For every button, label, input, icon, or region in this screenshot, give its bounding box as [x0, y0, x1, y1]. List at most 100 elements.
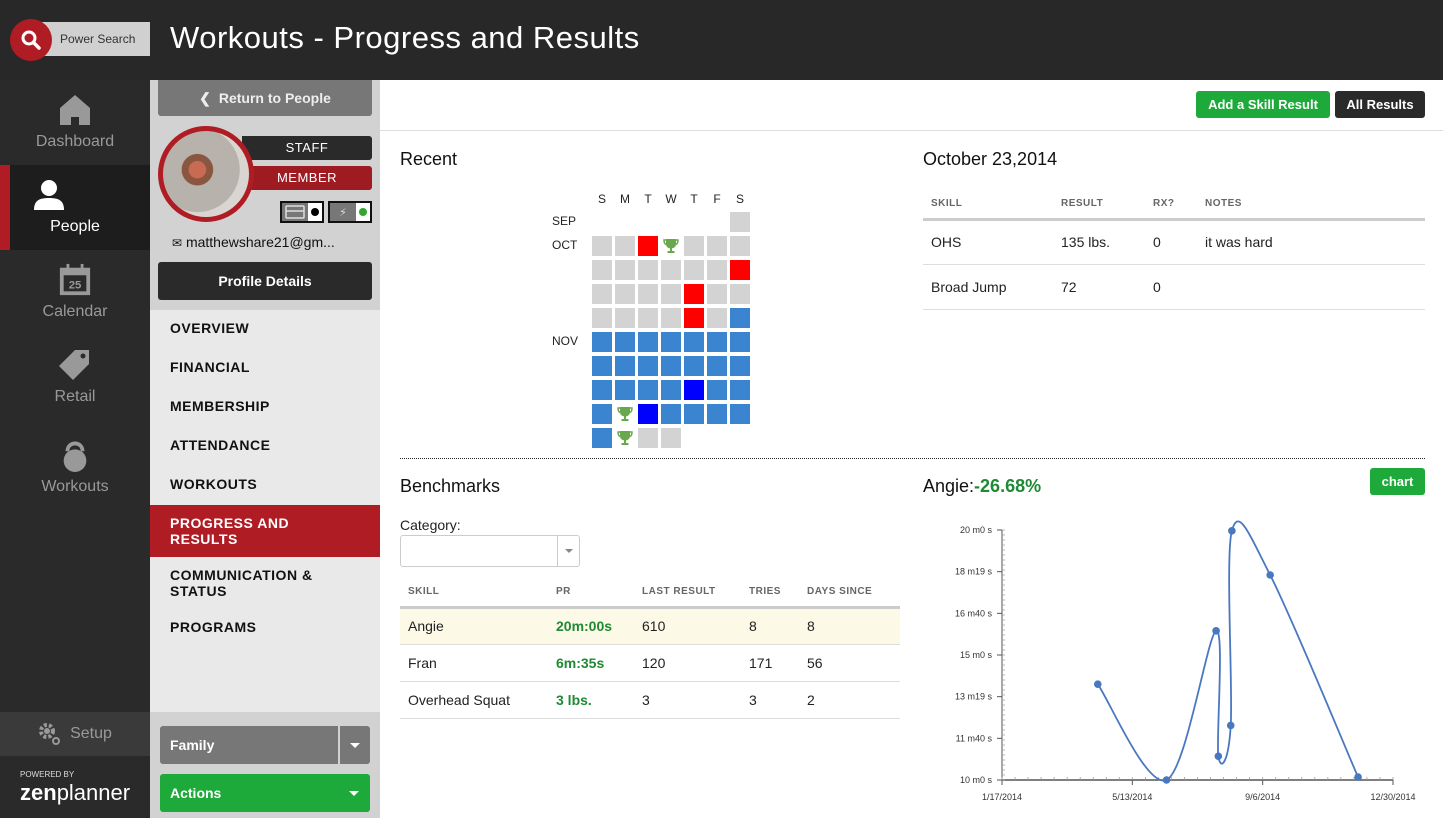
avatar[interactable]: [158, 126, 254, 222]
search-icon[interactable]: [10, 19, 52, 61]
calendar-day[interactable]: [730, 284, 750, 304]
calendar-day[interactable]: [707, 380, 727, 400]
calendar-day[interactable]: [661, 428, 681, 448]
calendar-day[interactable]: [638, 308, 658, 328]
menu-workouts[interactable]: WORKOUTS: [150, 466, 380, 505]
calendar-day[interactable]: [615, 308, 635, 328]
calendar-day[interactable]: [661, 284, 681, 304]
calendar-day[interactable]: [615, 380, 635, 400]
calendar-day[interactable]: [730, 212, 750, 232]
chart-button[interactable]: chart: [1370, 468, 1425, 495]
calendar-day[interactable]: [707, 404, 727, 424]
calendar-day[interactable]: [592, 356, 612, 376]
calendar-day[interactable]: [684, 380, 704, 400]
calendar-day[interactable]: [707, 260, 727, 280]
calendar-day[interactable]: [661, 332, 681, 352]
calendar-day[interactable]: [730, 404, 750, 424]
calendar-day[interactable]: [638, 404, 658, 424]
calendar-day[interactable]: [684, 308, 704, 328]
calendar-day[interactable]: [592, 428, 612, 448]
y-tick-label: 10 m0 s: [960, 775, 993, 785]
category-select[interactable]: [400, 535, 580, 567]
calendar-day[interactable]: [730, 356, 750, 376]
menu-overview[interactable]: OVERVIEW: [150, 310, 380, 349]
menu-communication-status[interactable]: COMMUNICATION & STATUS: [150, 557, 380, 609]
calendar-day[interactable]: [592, 380, 612, 400]
calendar-day[interactable]: [615, 236, 635, 256]
calendar-day[interactable]: [684, 404, 704, 424]
family-button[interactable]: Family: [160, 726, 370, 764]
calendar-day[interactable]: [707, 332, 727, 352]
calendar-day[interactable]: [661, 380, 681, 400]
calendar-day[interactable]: [638, 284, 658, 304]
actions-button[interactable]: Actions: [160, 774, 370, 812]
power-search[interactable]: Power Search: [10, 19, 150, 61]
menu-attendance[interactable]: ATTENDANCE: [150, 427, 380, 466]
calendar-day[interactable]: [661, 308, 681, 328]
table-row[interactable]: Overhead Squat 3 lbs. 3 3 2: [400, 681, 900, 719]
nav-workouts[interactable]: Workouts: [0, 425, 150, 510]
calendar-day[interactable]: [684, 260, 704, 280]
calendar-day[interactable]: [661, 404, 681, 424]
menu-programs[interactable]: PROGRAMS: [150, 609, 380, 648]
calendar-day[interactable]: [684, 236, 704, 256]
calendar-day[interactable]: [638, 236, 658, 256]
table-row[interactable]: Angie 20m:00s 610 8 8: [400, 607, 900, 645]
calendar-day[interactable]: [638, 380, 658, 400]
calendar-day[interactable]: [592, 284, 612, 304]
actions-dropdown-toggle[interactable]: [338, 774, 370, 812]
menu-membership[interactable]: MEMBERSHIP: [150, 388, 380, 427]
calendar-day[interactable]: [730, 236, 750, 256]
calendar-day[interactable]: [730, 260, 750, 280]
nav-people[interactable]: People: [0, 165, 150, 250]
trophy-icon[interactable]: [661, 236, 681, 256]
power-search-label[interactable]: Power Search: [36, 22, 150, 56]
calendar-day[interactable]: [638, 260, 658, 280]
calendar-day[interactable]: [707, 284, 727, 304]
calendar-day[interactable]: [615, 332, 635, 352]
calendar-day[interactable]: [615, 284, 635, 304]
setup-button[interactable]: Setup: [0, 712, 150, 756]
profile-details-button[interactable]: Profile Details: [158, 262, 372, 300]
day-header: M: [620, 192, 630, 206]
calendar-day[interactable]: [638, 428, 658, 448]
calendar-day[interactable]: [684, 284, 704, 304]
calendar-day[interactable]: [707, 236, 727, 256]
calendar-day[interactable]: [730, 380, 750, 400]
calendar-day[interactable]: [707, 356, 727, 376]
nav-calendar[interactable]: 25 Calendar: [0, 250, 150, 335]
calendar-day[interactable]: [592, 308, 612, 328]
calendar-day[interactable]: [661, 356, 681, 376]
calendar-day[interactable]: [730, 308, 750, 328]
calendar-day[interactable]: [592, 260, 612, 280]
activity-status[interactable]: ⚡︎: [328, 201, 372, 223]
calendar-day[interactable]: [707, 308, 727, 328]
billing-status[interactable]: [280, 201, 324, 223]
calendar-day[interactable]: [661, 260, 681, 280]
nav-retail[interactable]: Retail: [0, 335, 150, 420]
table-row[interactable]: OHS 135 lbs. 0 it was hard: [923, 219, 1425, 265]
family-dropdown-toggle[interactable]: [338, 726, 370, 764]
return-to-people-button[interactable]: ❮ Return to People: [158, 80, 372, 116]
add-skill-result-button[interactable]: Add a Skill Result: [1196, 91, 1330, 118]
menu-financial[interactable]: FINANCIAL: [150, 349, 380, 388]
trophy-icon[interactable]: [615, 404, 635, 424]
all-results-button[interactable]: All Results: [1335, 91, 1425, 118]
x-tick-label: 9/6/2014: [1245, 792, 1280, 802]
calendar-day[interactable]: [592, 236, 612, 256]
calendar-day[interactable]: [592, 332, 612, 352]
calendar-day[interactable]: [615, 260, 635, 280]
calendar-day[interactable]: [684, 332, 704, 352]
calendar-day[interactable]: [638, 356, 658, 376]
calendar-day[interactable]: [615, 356, 635, 376]
nav-dashboard[interactable]: Dashboard: [0, 80, 150, 165]
menu-progress-and-results[interactable]: PROGRESS AND RESULTS: [150, 505, 380, 557]
calendar-day[interactable]: [592, 404, 612, 424]
table-row[interactable]: Broad Jump 72 0: [923, 264, 1425, 310]
email[interactable]: ✉ matthewshare21@gm...: [172, 234, 377, 250]
calendar-day[interactable]: [638, 332, 658, 352]
calendar-day[interactable]: [684, 356, 704, 376]
table-row[interactable]: Fran 6m:35s 120 171 56: [400, 644, 900, 682]
calendar-day[interactable]: [730, 332, 750, 352]
trophy-icon[interactable]: [615, 428, 635, 448]
